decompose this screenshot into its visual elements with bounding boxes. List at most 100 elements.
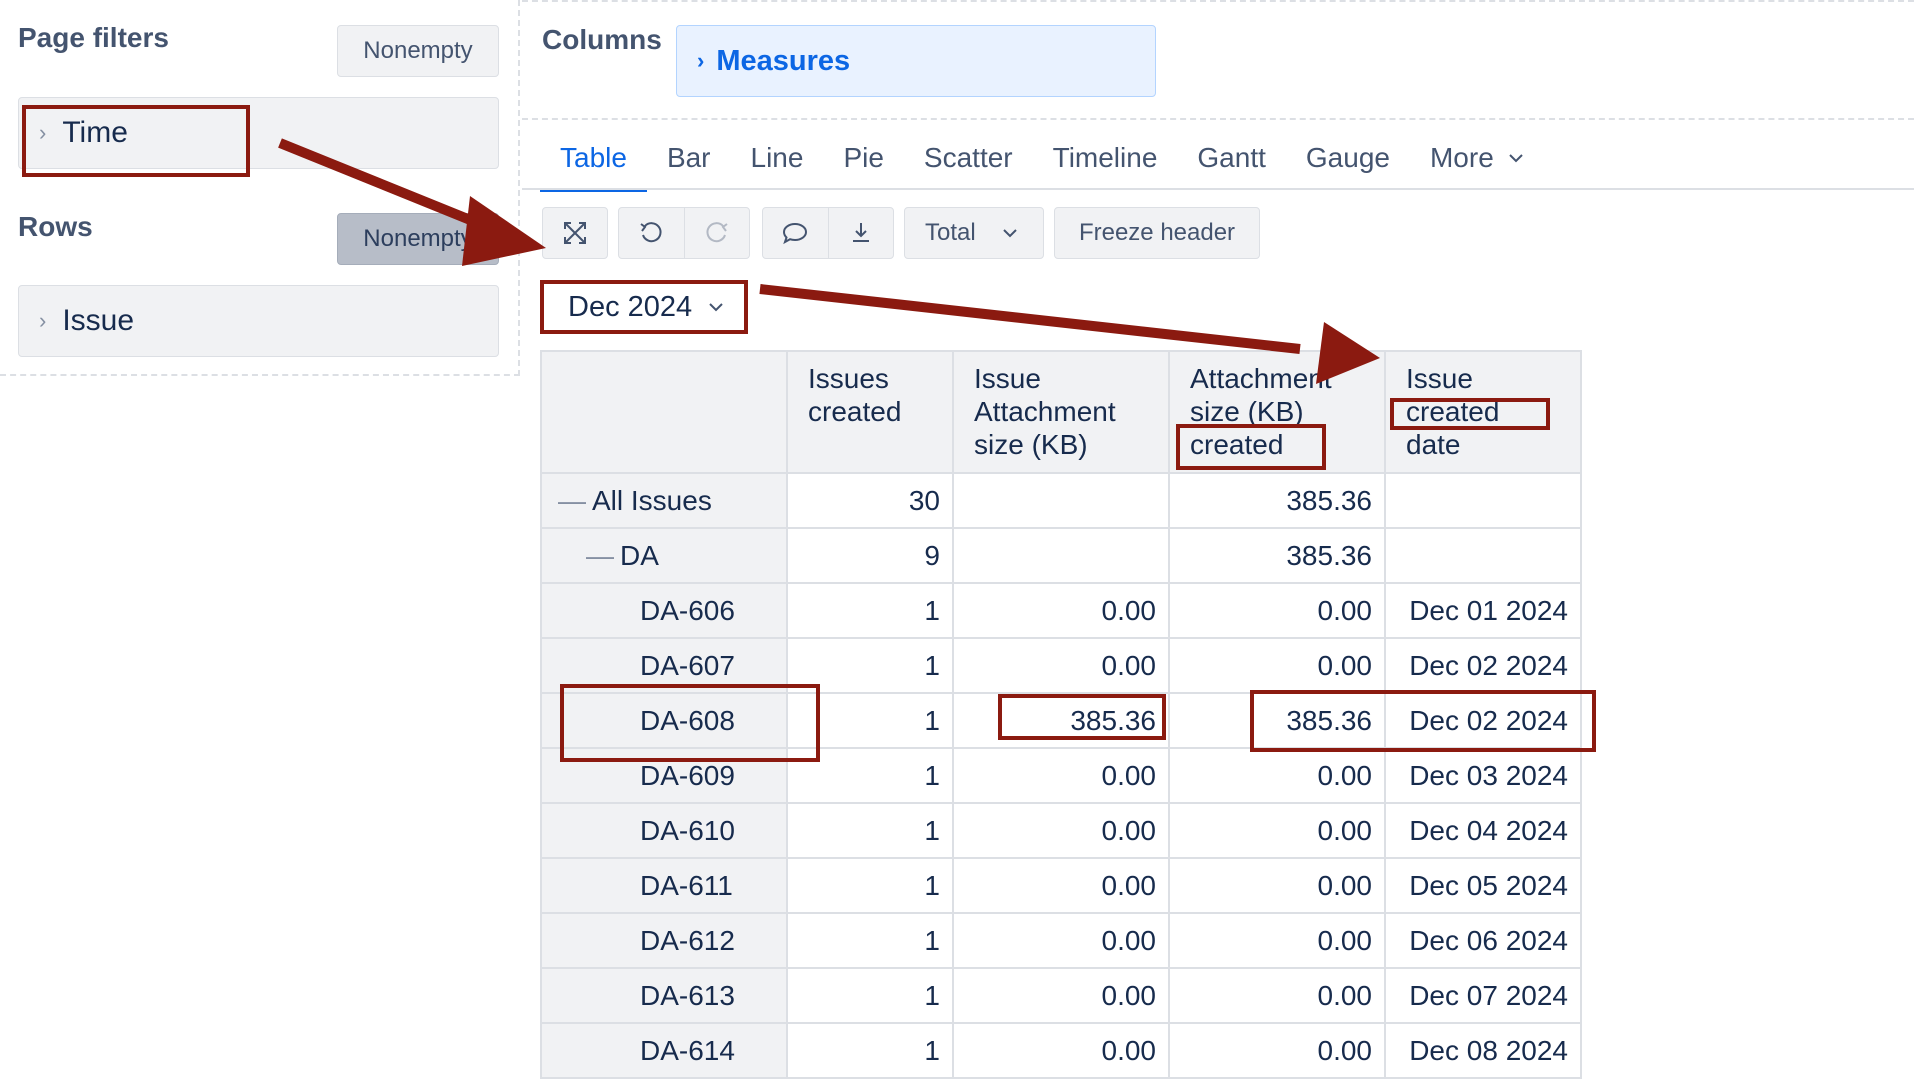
cell: Dec 05 2024 (1384, 857, 1582, 914)
cell: 0.00 (952, 967, 1170, 1024)
measures-dimension[interactable]: › Measures (676, 25, 1156, 97)
cell: 385.36 (1168, 527, 1386, 584)
cell: Dec 04 2024 (1384, 802, 1582, 859)
freeze-header-button[interactable]: Freeze header (1054, 207, 1260, 259)
cell: Dec 02 2024 (1384, 637, 1582, 694)
annotation-box-attachment-size (998, 694, 1166, 740)
annotation-box-time-selector (540, 280, 748, 334)
annotation-box-created-2 (1390, 398, 1550, 430)
row-header[interactable]: DA-612 (540, 912, 788, 969)
cell: Dec 03 2024 (1384, 747, 1582, 804)
tab-bar[interactable]: Bar (647, 132, 731, 190)
tab-pie[interactable]: Pie (823, 132, 903, 190)
chart-type-tabs: Table Bar Line Pie Scatter Timeline Gant… (540, 132, 1544, 192)
chevron-right-icon: › (39, 308, 47, 333)
row-header[interactable]: — All Issues (540, 472, 788, 529)
annotation-box-created-1 (1176, 424, 1326, 470)
table-row: DA-612 1 0.00 0.00 Dec 06 2024 (540, 912, 1582, 969)
cell: 0.00 (952, 747, 1170, 804)
cell: Dec 07 2024 (1384, 967, 1582, 1024)
tabs-divider (522, 188, 1914, 190)
table-row: DA-611 1 0.00 0.00 Dec 05 2024 (540, 857, 1582, 914)
header-line: Issue (974, 363, 1041, 394)
cell: 0.00 (1168, 912, 1386, 969)
cell: 0.00 (952, 857, 1170, 914)
tab-timeline[interactable]: Timeline (1033, 132, 1178, 190)
redo-button[interactable] (685, 208, 750, 258)
header-line: Attachment (974, 396, 1116, 427)
header-line: Attachment (1190, 363, 1332, 394)
issue-dimension-label: Issue (62, 304, 135, 337)
tab-gauge[interactable]: Gauge (1286, 132, 1410, 190)
cell: 0.00 (1168, 802, 1386, 859)
cell: 1 (786, 967, 954, 1024)
page-filters-nonempty-button[interactable]: Nonempty (337, 25, 499, 77)
collapse-icon[interactable]: — (586, 540, 614, 571)
comment-download-group (762, 207, 894, 259)
cell: 0.00 (1168, 857, 1386, 914)
expand-icon (564, 222, 586, 244)
row-header[interactable]: DA-613 (540, 967, 788, 1024)
total-label: Total (925, 219, 976, 246)
total-dropdown[interactable]: Total (904, 207, 1044, 259)
undo-icon (640, 222, 662, 243)
header-line: Issues (808, 363, 889, 394)
annotation-box-da-608 (560, 684, 820, 762)
header-line: date (1406, 429, 1461, 460)
undo-redo-group (618, 207, 750, 259)
comment-button[interactable] (763, 208, 829, 258)
cell: 1 (786, 802, 954, 859)
table-row: — DA 9 385.36 (540, 527, 1582, 584)
cell: 30 (786, 472, 954, 529)
table-row: DA-610 1 0.00 0.00 Dec 04 2024 (540, 802, 1582, 859)
cell: 0.00 (1168, 967, 1386, 1024)
cell: 0.00 (1168, 1022, 1386, 1079)
annotation-box-created-values (1250, 690, 1596, 752)
table-row: DA-613 1 0.00 0.00 Dec 07 2024 (540, 967, 1582, 1024)
row-header[interactable]: DA-606 (540, 582, 788, 639)
fullscreen-button[interactable] (542, 207, 608, 259)
cell: 0.00 (952, 1022, 1170, 1079)
cell: Dec 06 2024 (1384, 912, 1582, 969)
undo-button[interactable] (619, 208, 685, 258)
cell: 1 (786, 857, 954, 914)
chevron-down-icon (1509, 154, 1523, 163)
annotation-box-time (22, 105, 250, 177)
tab-table[interactable]: Table (540, 132, 647, 192)
row-header[interactable]: — DA (540, 527, 788, 584)
collapse-icon[interactable]: — (558, 485, 586, 516)
tab-gantt[interactable]: Gantt (1177, 132, 1285, 190)
table-row: — All Issues 30 385.36 (540, 472, 1582, 529)
row-header[interactable]: DA-611 (540, 857, 788, 914)
cell (1384, 527, 1582, 584)
download-button[interactable] (829, 208, 894, 258)
download-icon (852, 223, 869, 242)
column-header[interactable]: Issues created (786, 350, 954, 474)
table-row: DA-614 1 0.00 0.00 Dec 08 2024 (540, 1022, 1582, 1079)
cell: 0.00 (1168, 747, 1386, 804)
tab-line[interactable]: Line (731, 132, 824, 190)
cell: 0.00 (1168, 637, 1386, 694)
table-row: DA-606 1 0.00 0.00 Dec 01 2024 (540, 582, 1582, 639)
cell: 0.00 (952, 802, 1170, 859)
header-line: size (KB) (974, 429, 1088, 460)
row-label: DA (620, 539, 659, 571)
left-panel: Page filters Nonempty › Time Rows Nonemp… (0, 0, 520, 376)
tab-more[interactable]: More (1410, 132, 1544, 190)
rows-nonempty-button[interactable]: Nonempty (337, 213, 499, 265)
cell: Dec 01 2024 (1384, 582, 1582, 639)
cell: Dec 08 2024 (1384, 1022, 1582, 1079)
cell (1384, 472, 1582, 529)
cell (952, 472, 1170, 529)
column-header[interactable]: Issue Attachment size (KB) (952, 350, 1170, 474)
comment-icon (783, 222, 808, 245)
cell: 385.36 (1168, 472, 1386, 529)
columns-title: Columns (542, 24, 662, 55)
row-label: All Issues (592, 484, 712, 516)
issue-dimension[interactable]: › Issue (18, 285, 499, 357)
row-header[interactable]: DA-610 (540, 802, 788, 859)
cell: 0.00 (952, 582, 1170, 639)
tab-scatter[interactable]: Scatter (904, 132, 1033, 190)
measures-label: Measures (716, 44, 851, 77)
row-header[interactable]: DA-614 (540, 1022, 788, 1079)
